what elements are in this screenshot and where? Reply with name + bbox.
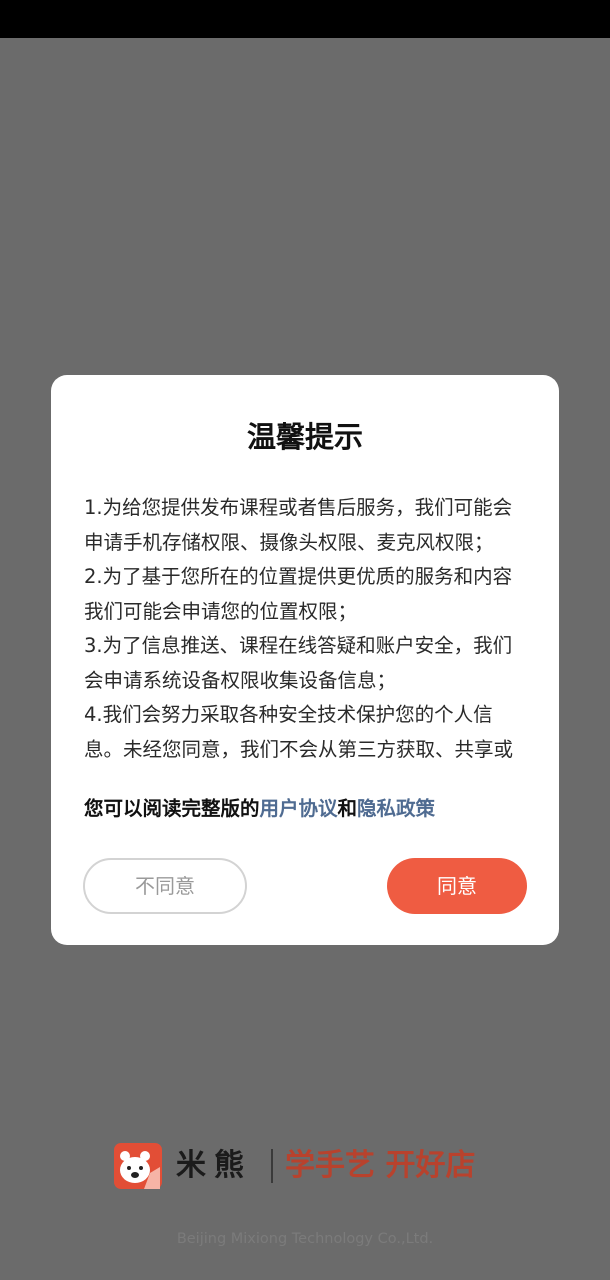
brand-slogan: 学手艺 开好店 — [285, 1148, 476, 1183]
disagree-button[interactable]: 不同意 — [83, 858, 247, 914]
dialog-title: 温馨提示 — [246, 420, 363, 454]
dialog-body-scroll[interactable]: 1.为给您提供发布课程或者售后服务，我们可能会申请手机存储权限、摄像头权限、麦克… — [84, 491, 530, 773]
dialog-body-paragraph: 1.为给您提供发布课程或者售后服务，我们可能会申请手机存储权限、摄像头权限、麦克… — [84, 496, 513, 554]
agree-button[interactable]: 同意 — [387, 858, 527, 914]
brand-divider — [271, 1149, 273, 1183]
privacy-policy-link[interactable]: 隐私政策 — [357, 797, 435, 820]
agreement-line: 您可以阅读完整版的用户协议和隐私政策 — [84, 794, 534, 824]
user-agreement-link[interactable]: 用户协议 — [260, 797, 338, 820]
dialog-body-paragraph: 3.为了信息推送、课程在线答疑和账户安全，我们会申请系统设备权限收集设备信息； — [84, 634, 513, 692]
dialog-body-paragraph: 4.我们会努力采取各种安全技术保护您的个人信息。未经您同意，我们不会从第三方获取… — [84, 703, 514, 773]
status-bar — [0, 0, 610, 38]
privacy-dialog: 温馨提示 1.为给您提供发布课程或者售后服务，我们可能会申请手机存储权限、摄像头… — [51, 375, 559, 945]
agreement-conjunction: 和 — [337, 797, 358, 820]
dialog-body-paragraph: 2.为了基于您所在的位置提供更优质的服务和内容我们可能会申请您的位置权限； — [84, 565, 513, 623]
bear-logo-icon — [114, 1143, 162, 1189]
brand-area: 米熊 学手艺 开好店 — [114, 1143, 514, 1191]
agreement-prefix: 您可以阅读完整版的 — [84, 797, 260, 820]
brand-name: 米熊 — [176, 1148, 252, 1183]
copyright-text: Beijing Mixiong Technology Co.,Ltd. — [176, 1231, 434, 1247]
